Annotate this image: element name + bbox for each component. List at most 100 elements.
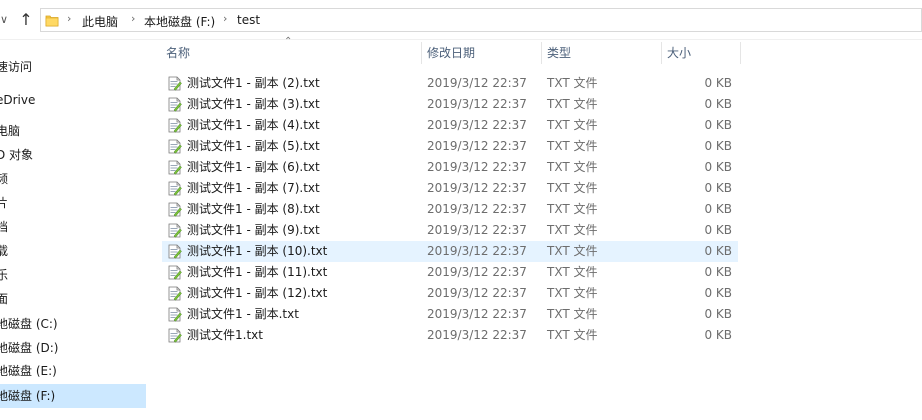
file-size: 0 KB — [704, 307, 732, 321]
file-row[interactable]: 测试文件1 - 副本 (5).txt 2019/3/12 22:37 TXT 文件 0… — [162, 136, 738, 157]
file-modified-date: 2019/3/12 22:37 — [427, 118, 527, 132]
file-name: 测试文件1 - 副本 (6).txt — [187, 160, 320, 174]
sidebar-item-drive-c[interactable]: 地磁盘 (C:) — [0, 313, 146, 335]
navigation-pane: 速访问 eDrive 电脑 D 对象 频 片 档 载 乐 面 地磁盘 (C:) … — [0, 40, 146, 420]
file-modified-date: 2019/3/12 22:37 — [427, 328, 527, 342]
sidebar-item-onedrive[interactable]: eDrive — [0, 89, 146, 111]
file-name: 测试文件1 - 副本 (8).txt — [187, 202, 320, 216]
column-divider[interactable] — [740, 42, 741, 64]
column-divider[interactable] — [421, 42, 422, 64]
file-name: 测试文件1.txt — [187, 328, 263, 342]
file-modified-date: 2019/3/12 22:37 — [427, 139, 527, 153]
file-modified-date: 2019/3/12 22:37 — [427, 181, 527, 195]
file-type: TXT 文件 — [547, 139, 598, 153]
sort-ascending-icon: ⌃ — [284, 36, 293, 47]
file-row[interactable]: 测试文件1.txt 2019/3/12 22:37 TXT 文件 0 KB — [162, 325, 738, 346]
folder-icon — [45, 15, 59, 27]
sidebar-item-3d-objects[interactable]: D 对象 — [0, 144, 146, 166]
file-modified-date: 2019/3/12 22:37 — [427, 223, 527, 237]
file-size: 0 KB — [704, 97, 732, 111]
file-name: 测试文件1 - 副本 (12).txt — [187, 286, 328, 300]
sidebar-item-quick-access[interactable]: 速访问 — [0, 56, 146, 78]
sidebar-item-videos[interactable]: 频 — [0, 168, 146, 190]
column-header-name[interactable]: 名称 — [166, 40, 190, 66]
column-header-type[interactable]: 类型 — [547, 40, 571, 66]
text-file-icon — [168, 118, 182, 133]
up-arrow-icon[interactable]: ↑ — [16, 9, 36, 31]
text-file-icon — [168, 328, 182, 343]
file-modified-date: 2019/3/12 22:37 — [427, 244, 527, 258]
text-file-icon — [168, 307, 182, 322]
file-size: 0 KB — [704, 265, 732, 279]
breadcrumb-this-pc[interactable]: 此电脑 — [82, 13, 118, 30]
file-row[interactable]: 测试文件1 - 副本 (10).txt 2019/3/12 22:37 TXT 文件… — [162, 241, 738, 262]
file-size: 0 KB — [704, 286, 732, 300]
text-file-icon — [168, 181, 182, 196]
sidebar-item-music[interactable]: 乐 — [0, 264, 146, 286]
file-name: 测试文件1 - 副本.txt — [187, 307, 299, 321]
file-type: TXT 文件 — [547, 181, 598, 195]
file-name: 测试文件1 - 副本 (11).txt — [187, 265, 328, 279]
file-size: 0 KB — [704, 181, 732, 195]
text-file-icon — [168, 97, 182, 112]
file-type: TXT 文件 — [547, 328, 598, 342]
sidebar-item-drive-f[interactable]: 地磁盘 (F:) — [0, 384, 146, 408]
file-row[interactable]: 测试文件1 - 副本 (11).txt 2019/3/12 22:37 TXT 文件… — [162, 262, 738, 283]
file-type: TXT 文件 — [547, 118, 598, 132]
file-size: 0 KB — [704, 118, 732, 132]
text-file-icon — [168, 286, 182, 301]
text-file-icon — [168, 223, 182, 238]
sidebar-item-this-pc[interactable]: 电脑 — [0, 120, 146, 142]
file-modified-date: 2019/3/12 22:37 — [427, 307, 527, 321]
file-row[interactable]: 测试文件1 - 副本 (12).txt 2019/3/12 22:37 TXT 文件… — [162, 283, 738, 304]
text-file-icon — [168, 76, 182, 91]
file-type: TXT 文件 — [547, 97, 598, 111]
file-type: TXT 文件 — [547, 244, 598, 258]
file-row[interactable]: 测试文件1 - 副本 (4).txt 2019/3/12 22:37 TXT 文件 0… — [162, 115, 738, 136]
sidebar-item-documents[interactable]: 档 — [0, 216, 146, 238]
breadcrumb-separator-icon[interactable]: › — [131, 12, 135, 25]
file-type: TXT 文件 — [547, 286, 598, 300]
sidebar-item-pictures[interactable]: 片 — [0, 192, 146, 214]
address-toolbar: ∨ ↑ › 此电脑 › 本地磁盘 (F:) › test — [0, 0, 922, 40]
column-divider[interactable] — [661, 42, 662, 64]
file-name: 测试文件1 - 副本 (9).txt — [187, 223, 320, 237]
text-file-icon — [168, 160, 182, 175]
file-type: TXT 文件 — [547, 76, 598, 90]
file-size: 0 KB — [704, 76, 732, 90]
file-row[interactable]: 测试文件1 - 副本 (3).txt 2019/3/12 22:37 TXT 文件 0… — [162, 94, 738, 115]
text-file-icon — [168, 139, 182, 154]
file-row[interactable]: 测试文件1 - 副本 (8).txt 2019/3/12 22:37 TXT 文件 0… — [162, 199, 738, 220]
file-size: 0 KB — [704, 202, 732, 216]
sidebar-item-drive-e[interactable]: 地磁盘 (E:) — [0, 360, 146, 382]
file-modified-date: 2019/3/12 22:37 — [427, 202, 527, 216]
file-type: TXT 文件 — [547, 223, 598, 237]
file-name: 测试文件1 - 副本 (7).txt — [187, 181, 320, 195]
file-size: 0 KB — [704, 160, 732, 174]
column-header-size[interactable]: 大小 — [667, 40, 691, 66]
text-file-icon — [168, 202, 182, 217]
file-modified-date: 2019/3/12 22:37 — [427, 97, 527, 111]
breadcrumb-separator-icon[interactable]: › — [67, 12, 71, 25]
breadcrumb-drive-f[interactable]: 本地磁盘 (F:) — [144, 13, 215, 30]
column-divider[interactable] — [541, 42, 542, 64]
file-row[interactable]: 测试文件1 - 副本 (6).txt 2019/3/12 22:37 TXT 文件 0… — [162, 157, 738, 178]
file-modified-date: 2019/3/12 22:37 — [427, 286, 527, 300]
file-name: 测试文件1 - 副本 (5).txt — [187, 139, 320, 153]
sidebar-item-drive-d[interactable]: 地磁盘 (D:) — [0, 337, 146, 359]
file-row[interactable]: 测试文件1 - 副本.txt 2019/3/12 22:37 TXT 文件 0 KB — [162, 304, 738, 325]
column-header-date[interactable]: 修改日期 — [427, 40, 475, 66]
file-size: 0 KB — [704, 223, 732, 237]
sidebar-item-downloads[interactable]: 载 — [0, 240, 146, 262]
text-file-icon — [168, 244, 182, 259]
file-name: 测试文件1 - 副本 (3).txt — [187, 97, 320, 111]
breadcrumb-separator-icon[interactable]: › — [223, 12, 227, 25]
recent-locations-chevron-icon[interactable]: ∨ — [0, 13, 10, 27]
file-row[interactable]: 测试文件1 - 副本 (2).txt 2019/3/12 22:37 TXT 文件 0… — [162, 73, 738, 94]
breadcrumb-test[interactable]: test — [237, 13, 260, 27]
file-row[interactable]: 测试文件1 - 副本 (9).txt 2019/3/12 22:37 TXT 文件 0… — [162, 220, 738, 241]
file-row[interactable]: 测试文件1 - 副本 (7).txt 2019/3/12 22:37 TXT 文件 0… — [162, 178, 738, 199]
sidebar-item-desktop[interactable]: 面 — [0, 288, 146, 310]
address-bar[interactable]: › 此电脑 › 本地磁盘 (F:) › test — [40, 8, 922, 32]
file-type: TXT 文件 — [547, 160, 598, 174]
